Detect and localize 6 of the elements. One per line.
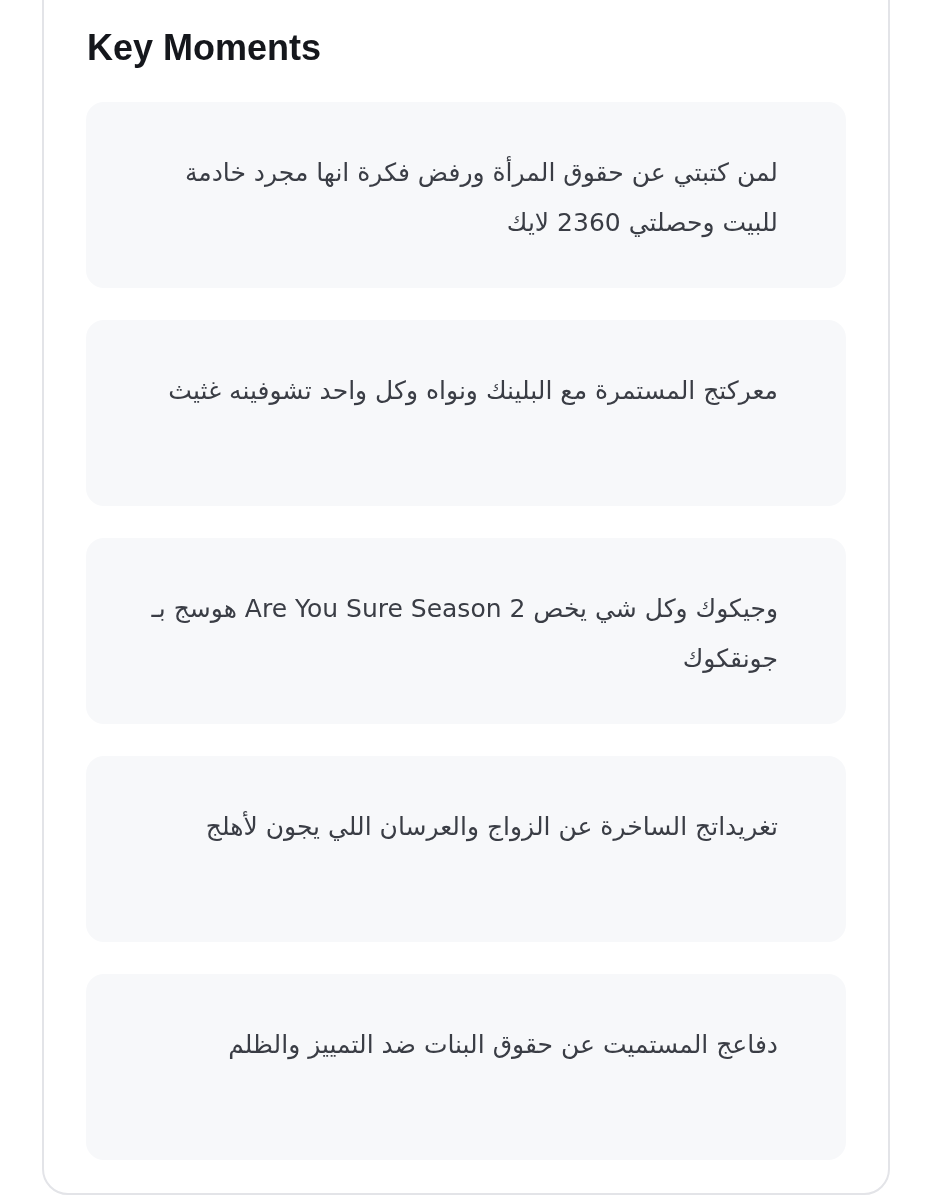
moment-text: دفاعج المستميت عن حقوق البنات ضد التمييز والظلم [227,1029,778,1062]
moment-text: تغريداتج الساخرة عن الزواج والعرسان اللي يجون لأهلج [204,810,778,844]
moment-text: معركتج المستمرة مع البلينك ونواه وكل واحد تشوفينه غثيث [167,375,778,408]
section-title: Key Moments [87,26,323,70]
moment-text: لمن كتبتي عن حقوق المرأة ورفض فكرة انها مجرد خادمة للبيت وحصلتي 2360 لايك [183,155,778,240]
moment-text: هوسج بـ Are You Sure Season 2 وجيكوك وكل شي يخص جونقكوك [150,593,778,675]
